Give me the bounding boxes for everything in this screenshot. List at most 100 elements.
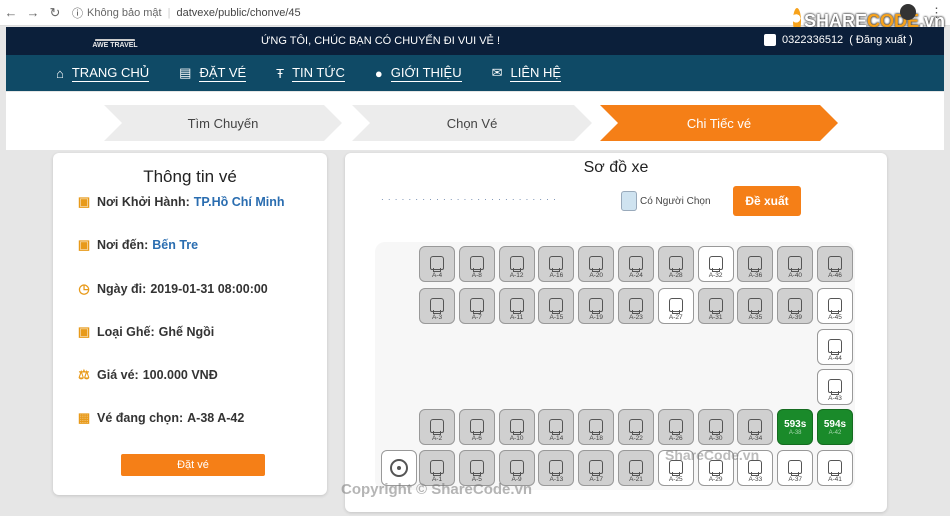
- seat-code: A-39: [788, 314, 803, 321]
- seat-a-6[interactable]: A-6: [458, 409, 495, 445]
- selected-value: A-38 A-42: [187, 411, 245, 425]
- legend-taken-label: Có Người Chọn: [640, 196, 711, 207]
- seat-a-13[interactable]: A-13: [538, 450, 575, 486]
- suggest-button[interactable]: Đề xuất: [733, 186, 801, 216]
- seat-a-10[interactable]: A-10: [498, 409, 535, 445]
- seat-icon: [668, 298, 683, 314]
- seat-icon: [828, 298, 842, 314]
- seat-code: A-20: [589, 272, 604, 279]
- nav-home[interactable]: ⌂ TRANG CHỦ: [56, 65, 150, 82]
- seat-a-35[interactable]: A-35: [737, 288, 774, 324]
- nav-about[interactable]: ● GIỚI THIỆU: [375, 65, 462, 82]
- seat-icon: [430, 298, 444, 314]
- url-text: datvexe/public/chonve/45: [176, 6, 301, 19]
- seat-icon: [430, 419, 444, 435]
- seat-a-26[interactable]: A-26: [657, 409, 694, 445]
- seat-icon: [469, 298, 484, 314]
- seat-a-20[interactable]: A-20: [578, 246, 615, 282]
- seat-code: A-43: [828, 395, 842, 402]
- back-icon[interactable]: ←: [0, 0, 22, 26]
- book-button[interactable]: Đặt vé: [121, 454, 265, 476]
- seat-a-27[interactable]: A-27: [657, 288, 694, 324]
- seat-a-19[interactable]: A-19: [578, 288, 615, 324]
- seat-code: A-38: [788, 429, 802, 436]
- seat-a-31[interactable]: A-31: [697, 288, 734, 324]
- seat-code: A-26: [668, 435, 683, 442]
- seat-a-41[interactable]: A-41: [817, 450, 853, 486]
- seat-code: A-10: [509, 435, 524, 442]
- logout-link[interactable]: ( Đăng xuất ): [849, 34, 913, 46]
- welcome-text: ỨNG TÔI, CHÚC BẠN CÓ CHUYẾN ĐI VUI VẺ !: [261, 35, 500, 47]
- nav-news[interactable]: Ŧ TIN TỨC: [276, 65, 345, 82]
- seat-a-38[interactable]: 593s A-38: [777, 409, 814, 445]
- seat-a-22[interactable]: A-22: [618, 409, 654, 445]
- forward-icon[interactable]: →: [22, 0, 44, 26]
- seat-a-40[interactable]: A-40: [777, 246, 814, 282]
- avatar[interactable]: [900, 4, 916, 20]
- seat-code: A-34: [748, 435, 763, 442]
- user-icon: [764, 34, 776, 46]
- seat-code: A-7: [471, 314, 482, 321]
- step-ticket-details[interactable]: Chi Tiếc vé: [600, 105, 838, 141]
- seat-code: A-21: [629, 476, 643, 483]
- seat-code: A-24: [629, 272, 643, 279]
- seat-code: A-29: [708, 476, 723, 483]
- seat-a-14[interactable]: A-14: [538, 409, 575, 445]
- seat-a-8[interactable]: A-8: [458, 246, 495, 282]
- seat-a-7[interactable]: A-7: [458, 288, 495, 324]
- seat-code: A-35: [748, 314, 763, 321]
- seat-a-28[interactable]: A-28: [657, 246, 694, 282]
- seat-code: A-36: [748, 272, 763, 279]
- seat-a-2[interactable]: A-2: [419, 409, 455, 445]
- watermark-copyright: Copyright © ShareCode.vn: [341, 481, 533, 498]
- seat-a-36[interactable]: A-36: [737, 246, 774, 282]
- address-bar[interactable]: ⓘ Không bảo mật | datvexe/public/chonve/…: [72, 5, 301, 21]
- seat-passenger-name: 593s: [784, 418, 807, 430]
- seat-a-32[interactable]: A-32: [697, 246, 734, 282]
- seat-code: A-37: [788, 476, 803, 483]
- seat-icon: [708, 298, 723, 314]
- seat-icon: [469, 419, 484, 435]
- seat-a-39[interactable]: A-39: [777, 288, 814, 324]
- seat-icon: [509, 256, 524, 272]
- seat-a-4[interactable]: A-4: [419, 246, 455, 282]
- phone-number: 0322336512: [782, 34, 844, 46]
- seat-a-46[interactable]: A-46: [817, 246, 853, 282]
- text-icon: Ŧ: [276, 65, 285, 81]
- mail-icon: ✉: [491, 65, 503, 80]
- seat-a-24[interactable]: A-24: [618, 246, 654, 282]
- nav-contact[interactable]: ✉ LIÊN HỆ: [491, 65, 562, 82]
- step-choose-ticket[interactable]: Chọn Vé: [352, 105, 592, 141]
- date-row: ◷ Ngày đi: 2019-01-31 08:00:00: [78, 281, 268, 296]
- seat-a-16[interactable]: A-16: [538, 246, 575, 282]
- seat-a-23[interactable]: A-23: [618, 288, 654, 324]
- seat-a-12[interactable]: A-12: [498, 246, 535, 282]
- seat-a-11[interactable]: A-11: [498, 288, 535, 324]
- seat-a-21[interactable]: A-21: [618, 450, 654, 486]
- price-value: 100.000 VNĐ: [142, 368, 218, 382]
- seat-a-44[interactable]: A-44: [817, 329, 853, 365]
- seat-a-15[interactable]: A-15: [538, 288, 575, 324]
- seat-a-18[interactable]: A-18: [578, 409, 615, 445]
- top-bar: AWE TRAVEL ỨNG TÔI, CHÚC BẠN CÓ CHUYẾN Đ…: [6, 27, 944, 55]
- seat-icon: [788, 460, 803, 476]
- seat-a-45[interactable]: A-45: [817, 288, 853, 324]
- reload-icon[interactable]: ↻: [44, 0, 66, 26]
- seat-a-42[interactable]: 594s A-42: [817, 409, 853, 445]
- seat-a-17[interactable]: A-17: [578, 450, 615, 486]
- seat-a-34[interactable]: A-34: [737, 409, 774, 445]
- seat-icon: [828, 256, 842, 272]
- seat-a-43[interactable]: A-43: [817, 369, 853, 405]
- seat-a-37[interactable]: A-37: [777, 450, 814, 486]
- nav-booking[interactable]: ▤ ĐẶT VÉ: [179, 65, 247, 82]
- seat-code: A-23: [629, 314, 643, 321]
- seat-code: A-2: [431, 435, 443, 442]
- main-nav: ⌂ TRANG CHỦ ▤ ĐẶT VÉ Ŧ TIN TỨC ● GIỚI THIỆU …: [6, 55, 944, 91]
- origin-value: TP.Hồ Chí Minh: [193, 195, 285, 209]
- seat-a-30[interactable]: A-30: [697, 409, 734, 445]
- menu-icon[interactable]: ⋮: [930, 5, 943, 21]
- site-logo[interactable]: AWE TRAVEL: [84, 30, 146, 52]
- step-find-trip[interactable]: Tìm Chuyến: [104, 105, 342, 141]
- seat-code: A-32: [708, 272, 723, 279]
- seat-a-3[interactable]: A-3: [419, 288, 455, 324]
